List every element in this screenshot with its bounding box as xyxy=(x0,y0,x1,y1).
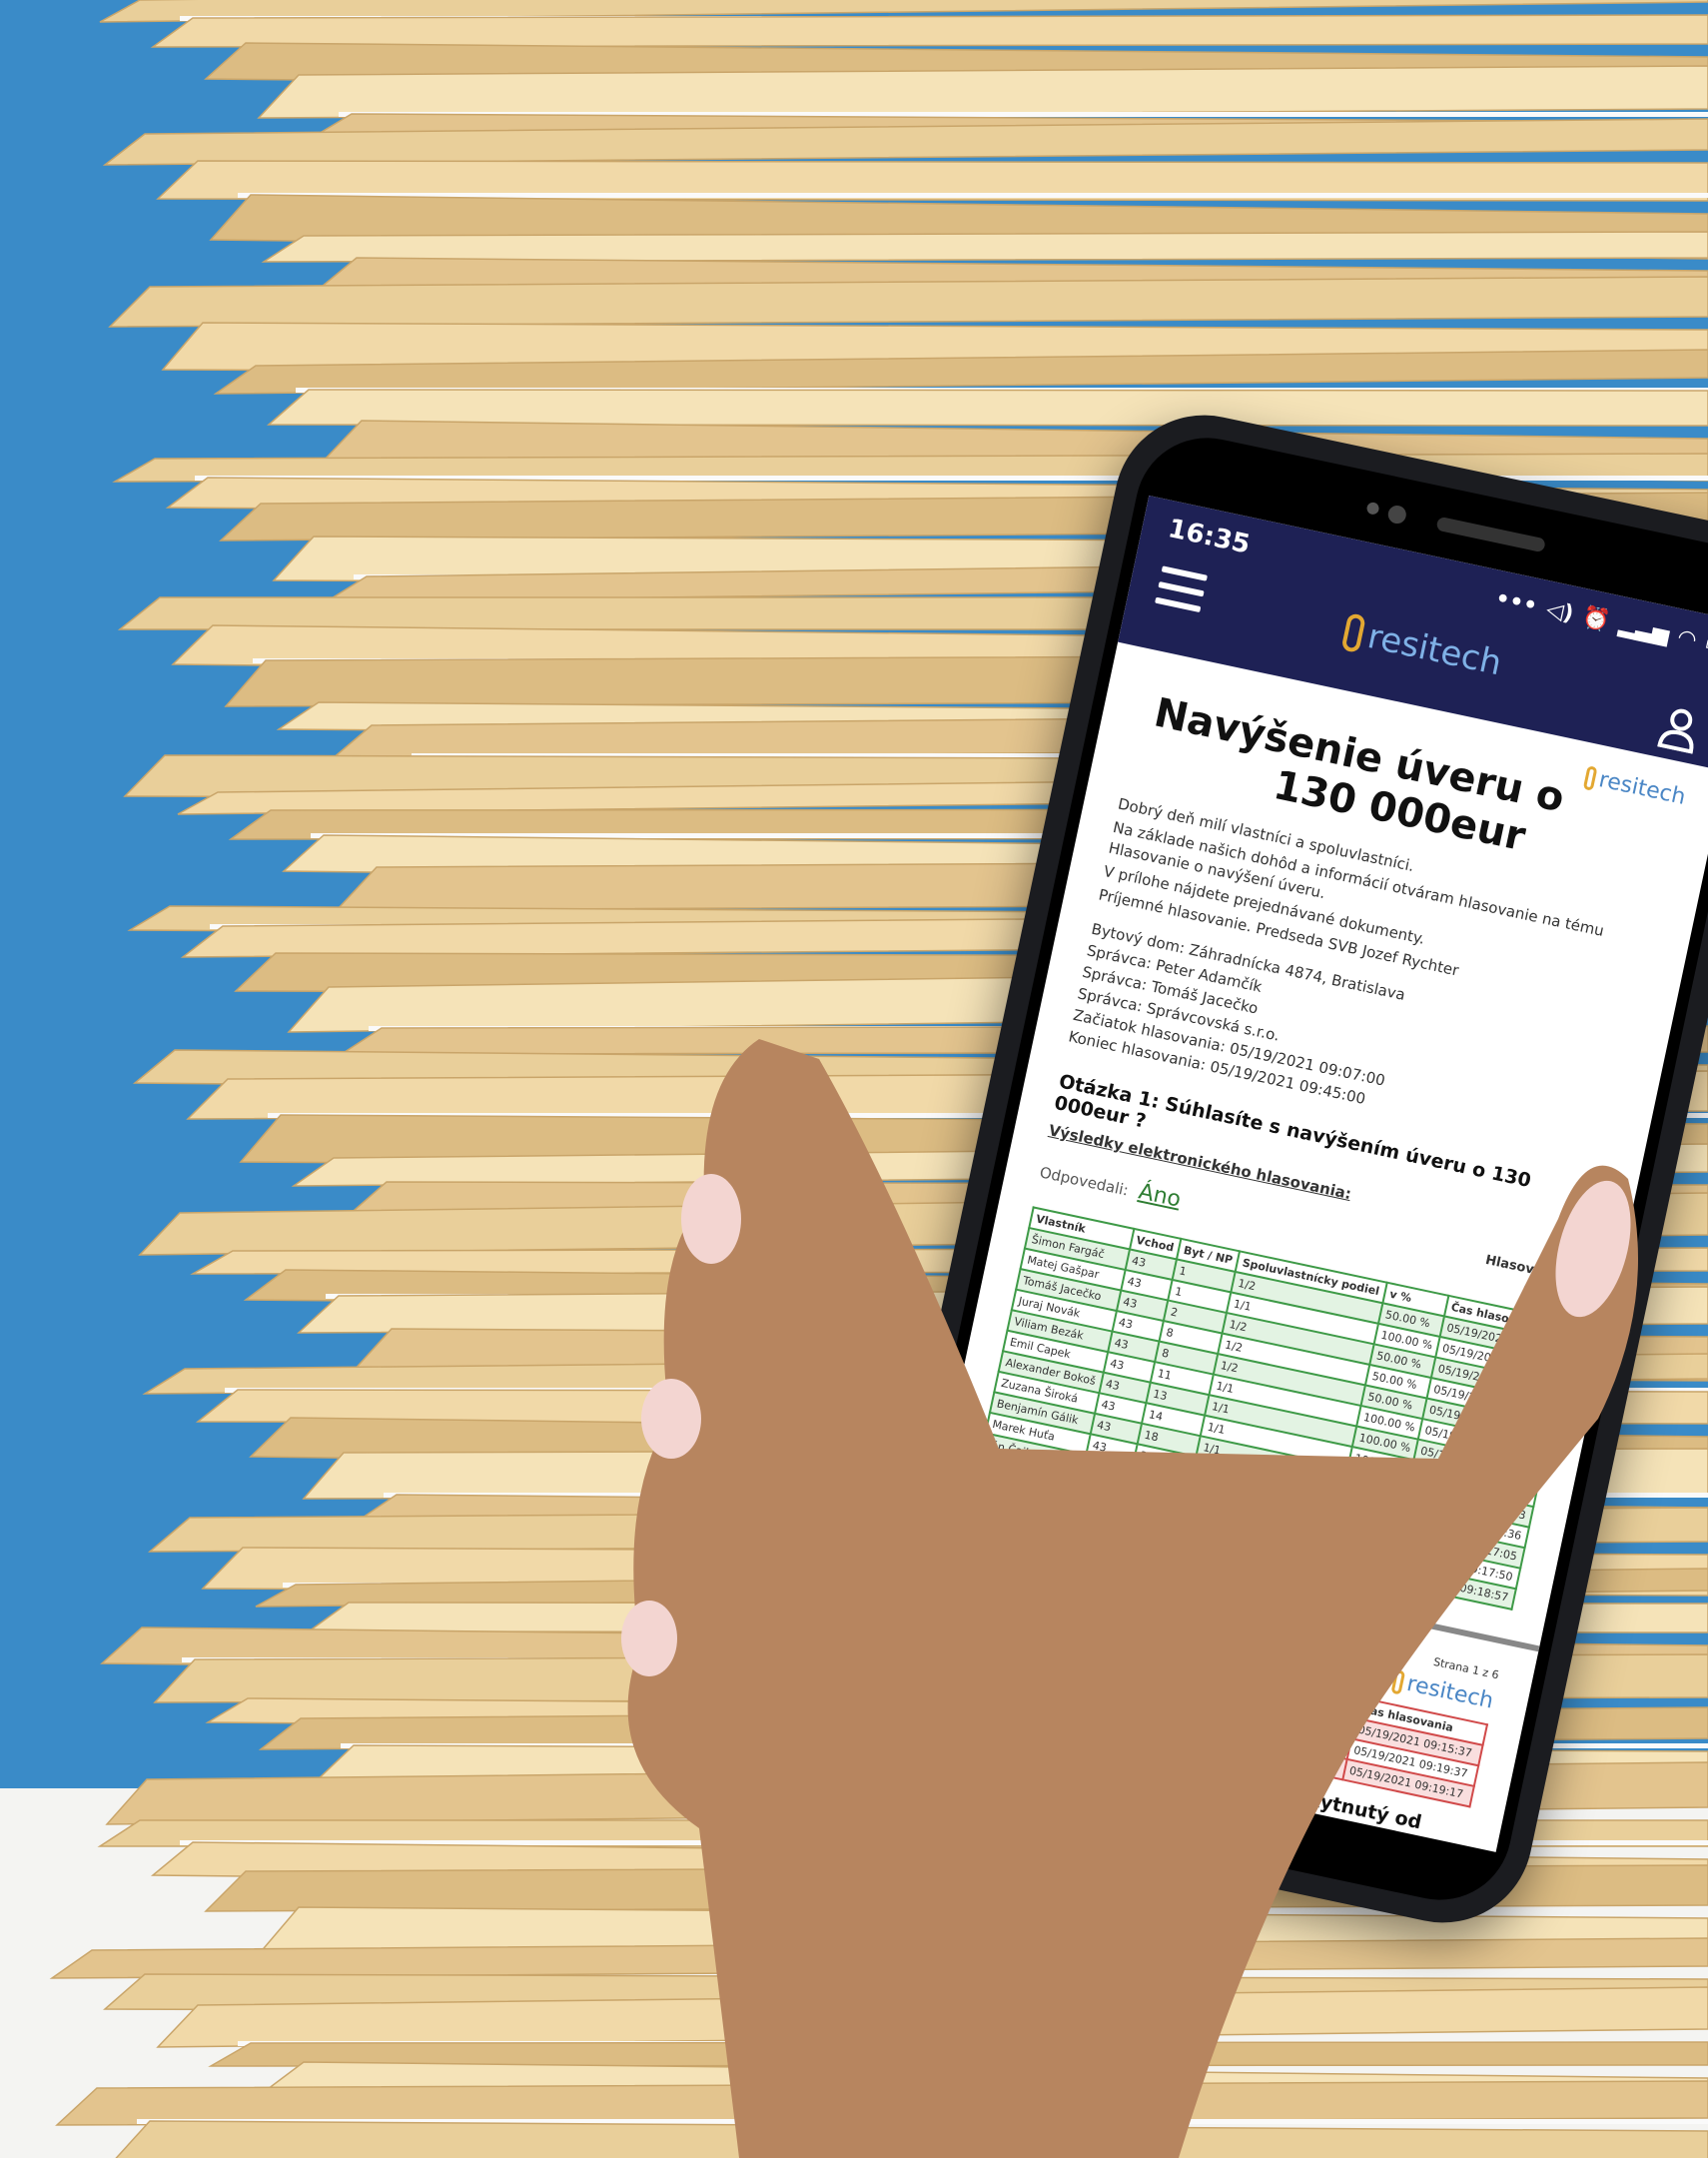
answer-no-value: Nie xyxy=(1046,1601,1088,1633)
hamburger-icon[interactable] xyxy=(1155,565,1208,613)
paper-folder xyxy=(267,389,1708,427)
paper-folder xyxy=(261,231,1708,263)
paper-folder xyxy=(257,65,1708,119)
alarm-icon: ⏰ xyxy=(1580,603,1613,634)
answered-yes: Odpovedali: Áno xyxy=(1038,1158,1184,1213)
signal-icon: ▂▃▅ xyxy=(1616,611,1672,647)
brand-name: resitech xyxy=(1363,616,1505,684)
answer-yes-value: Áno xyxy=(1136,1179,1184,1213)
paper-folder xyxy=(208,2041,1708,2067)
dots-icon: ••• xyxy=(1492,585,1540,619)
paper-folder xyxy=(150,14,1708,48)
status-icons: ••• ◁) ⏰ ▂▃▅ ◠ ▭ xyxy=(1493,585,1708,658)
sensor-icon xyxy=(1365,501,1380,516)
logo-mark-icon xyxy=(1340,612,1366,654)
logo-mark-icon xyxy=(1582,764,1598,791)
volume-icon: ◁) xyxy=(1544,596,1576,627)
paper-folder xyxy=(115,2120,1708,2158)
user-icon[interactable] xyxy=(1655,703,1703,754)
logo-mark-icon xyxy=(1390,1668,1406,1695)
paper-folder xyxy=(55,2080,1708,2126)
speaker-grille xyxy=(1435,516,1546,553)
answered-label: Odpovedali: xyxy=(1038,1163,1131,1200)
wifi-icon: ◠ xyxy=(1676,624,1698,653)
battery-icon: ▭ xyxy=(1702,629,1708,659)
camera-icon xyxy=(1386,504,1408,526)
